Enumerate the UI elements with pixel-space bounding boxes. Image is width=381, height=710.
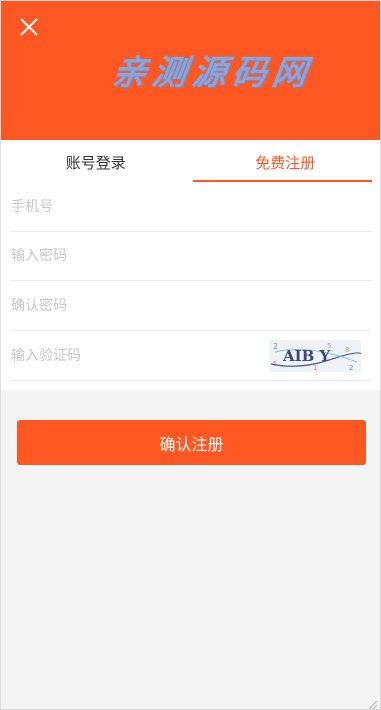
register-form: 2 5 8 4 1 2 AIB Y (1, 182, 380, 390)
captcha-image[interactable]: 2 5 8 4 1 2 AIB Y (269, 340, 362, 372)
confirm-register-button[interactable]: 确认注册 (17, 420, 366, 465)
phone-input[interactable] (11, 198, 251, 215)
tab-login[interactable]: 账号登录 (1, 140, 191, 184)
password-input[interactable] (11, 247, 251, 264)
password-field-row (11, 231, 371, 281)
captcha-text: AIB Y (282, 347, 331, 365)
phone-field-row (11, 182, 371, 232)
close-icon[interactable] (17, 15, 41, 39)
confirm-password-field-row (11, 281, 371, 331)
captcha-field-row: 2 5 8 4 1 2 AIB Y (11, 331, 371, 381)
svg-text:1: 1 (313, 364, 317, 372)
svg-text:8: 8 (345, 346, 349, 354)
auth-tabs: 账号登录 免费注册 (1, 140, 380, 184)
site-logo: 亲测源码网 (109, 52, 316, 93)
resize-grip-icon[interactable] (366, 695, 378, 709)
confirm-password-input[interactable] (11, 297, 251, 314)
tab-register[interactable]: 免费注册 (191, 140, 381, 184)
svg-text:2: 2 (273, 342, 278, 351)
svg-text:2: 2 (349, 364, 353, 372)
app-frame: 亲测源码网 账号登录 免费注册 2 5 8 4 1 2 (0, 0, 381, 710)
captcha-input[interactable] (11, 347, 251, 364)
header-banner: 亲测源码网 (1, 1, 380, 140)
